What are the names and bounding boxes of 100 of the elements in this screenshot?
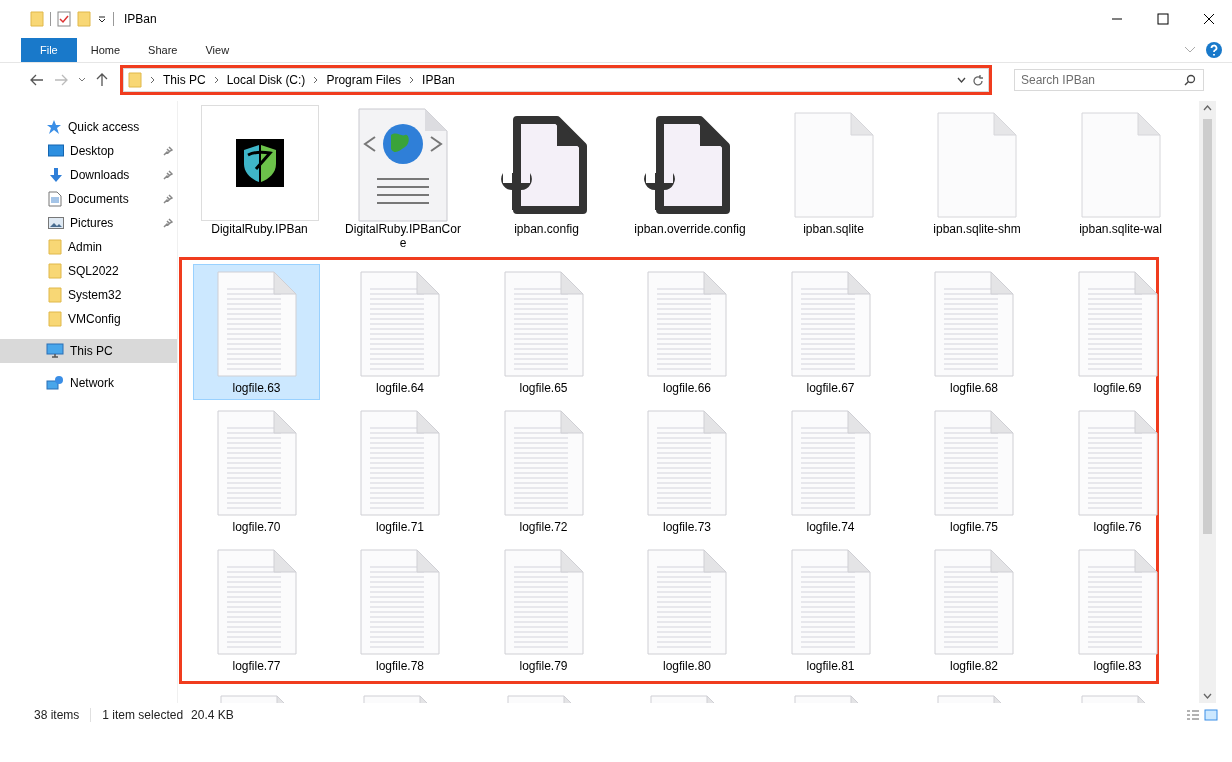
sidebar-item[interactable]: Documents (0, 187, 177, 211)
address-bar[interactable]: This PC Local Disk (C:) Program Files IPBan (123, 68, 989, 92)
file-item[interactable]: logfile.65 (480, 264, 607, 400)
details-view-icon[interactable] (1186, 709, 1200, 721)
file-item[interactable]: ipban.config (483, 105, 610, 241)
blank-file-icon (1080, 112, 1161, 218)
file-item[interactable]: logfile.74 (767, 403, 894, 539)
text-file-icon (934, 271, 1014, 377)
sidebar-item[interactable]: Admin (0, 235, 177, 259)
sidebar-item[interactable]: SQL2022 (0, 259, 177, 283)
pin-icon[interactable] (163, 146, 173, 156)
folder-icon (48, 287, 62, 303)
file-item[interactable]: logfile.63 (193, 264, 320, 400)
folder-icon (77, 11, 91, 27)
folder-icon (128, 72, 142, 88)
scroll-up-icon[interactable] (1203, 105, 1212, 111)
breadcrumb-link[interactable]: IPBan (422, 73, 455, 87)
sidebar-item[interactable]: Pictures (0, 211, 177, 235)
sidebar-item[interactable]: This PC (0, 339, 177, 363)
file-item[interactable]: logfile.67 (767, 264, 894, 400)
file-item[interactable]: logfile.82 (910, 542, 1038, 678)
file-item[interactable]: logfile.78 (336, 542, 464, 678)
back-arrow-icon[interactable] (30, 74, 44, 86)
text-file-icon (1077, 410, 1158, 516)
file-item[interactable]: ipban.sqlite-shm (913, 105, 1041, 241)
file-name: logfile.64 (374, 381, 425, 395)
pin-icon[interactable] (163, 194, 173, 204)
file-name: logfile.75 (948, 520, 999, 534)
file-item[interactable]: logfile.70 (193, 403, 320, 539)
file-name: logfile.74 (805, 520, 856, 534)
file-item[interactable]: logfile.64 (336, 264, 464, 400)
text-file-icon (216, 271, 297, 377)
sidebar-item[interactable]: Quick access (0, 115, 177, 139)
file-item[interactable]: ipban.sqlite (770, 105, 897, 241)
text-file-icon (503, 549, 584, 655)
file-item[interactable]: ipban.override.config (626, 105, 754, 241)
help-icon[interactable] (1206, 42, 1222, 58)
sidebar-item[interactable]: VMConfig (0, 307, 177, 331)
file-item[interactable]: DigitalRuby.IPBanCore (339, 105, 467, 251)
text-file-icon (360, 410, 440, 516)
file-menu-tab[interactable]: File (21, 38, 77, 62)
desktop-icon (48, 144, 64, 158)
ribbon-tab[interactable]: Share (134, 38, 192, 62)
file-item[interactable]: logfile.75 (910, 403, 1038, 539)
file-name: logfile.65 (518, 381, 569, 395)
large-icons-view-icon[interactable] (1204, 709, 1218, 721)
file-item[interactable]: logfile.73 (623, 403, 751, 539)
window-title: IPBan (124, 12, 157, 26)
file-item[interactable]: logfile.66 (623, 264, 751, 400)
text-file-icon (216, 549, 297, 655)
scroll-down-icon[interactable] (1203, 693, 1212, 699)
chevron-right-icon (150, 75, 155, 84)
file-item[interactable]: logfile.68 (910, 264, 1038, 400)
up-arrow-icon[interactable] (96, 73, 108, 87)
file-item[interactable]: logfile.72 (480, 403, 607, 539)
forward-arrow-icon[interactable] (54, 74, 68, 86)
file-item[interactable]: logfile.69 (1054, 264, 1181, 400)
file-item[interactable]: ipban.sqlite-wal (1057, 105, 1184, 241)
sidebar-item[interactable]: Desktop (0, 139, 177, 163)
scrollbar[interactable] (1199, 101, 1216, 703)
dropdown-icon[interactable] (957, 77, 966, 83)
download-icon (48, 167, 64, 183)
ribbon-tab[interactable]: Home (76, 38, 135, 62)
pin-icon[interactable] (163, 218, 173, 228)
sidebar-item[interactable]: Downloads (0, 163, 177, 187)
text-file-icon (790, 549, 871, 655)
file-item[interactable]: logfile.81 (767, 542, 894, 678)
file-item[interactable]: logfile.76 (1054, 403, 1181, 539)
chevron-right-icon (213, 75, 219, 84)
text-file-icon (503, 271, 584, 377)
file-item[interactable]: logfile.83 (1054, 542, 1181, 678)
selection-size: 20.4 KB (191, 708, 234, 722)
file-name: logfile.83 (1092, 659, 1143, 673)
file-item[interactable]: logfile.71 (336, 403, 464, 539)
file-item[interactable]: logfile.80 (623, 542, 751, 678)
file-item[interactable]: logfile.79 (480, 542, 607, 678)
dropdown-icon[interactable] (97, 14, 107, 24)
checklist-icon[interactable] (57, 11, 71, 27)
file-name: DigitalRuby.IPBan (210, 222, 309, 236)
file-name: logfile.76 (1092, 520, 1143, 534)
search-field[interactable]: Search IPBan (1014, 69, 1204, 91)
item-count: 38 items (34, 708, 80, 722)
file-item[interactable]: DigitalRuby.IPBan (196, 105, 323, 241)
chevron-down-icon[interactable] (1184, 46, 1196, 54)
refresh-icon[interactable] (972, 73, 984, 87)
file-name: logfile.79 (518, 659, 569, 673)
sidebar-item[interactable]: System32 (0, 283, 177, 307)
chevron-right-icon (313, 75, 319, 84)
file-name: DigitalRuby.IPBanCore (344, 222, 462, 250)
breadcrumb-link[interactable]: Local Disk (C:) (226, 73, 306, 87)
sidebar-item[interactable]: Network (0, 371, 177, 395)
document-icon (48, 191, 62, 207)
file-name: ipban.sqlite-shm (932, 222, 1022, 236)
pin-icon[interactable] (163, 170, 173, 180)
breadcrumb-link[interactable]: Program Files (326, 73, 402, 87)
ribbon-tab[interactable]: View (191, 38, 244, 62)
recent-dropdown-icon[interactable] (78, 77, 86, 83)
file-name: logfile.78 (374, 659, 425, 673)
breadcrumb-link[interactable]: This PC (163, 73, 206, 87)
file-item[interactable]: logfile.77 (193, 542, 320, 678)
